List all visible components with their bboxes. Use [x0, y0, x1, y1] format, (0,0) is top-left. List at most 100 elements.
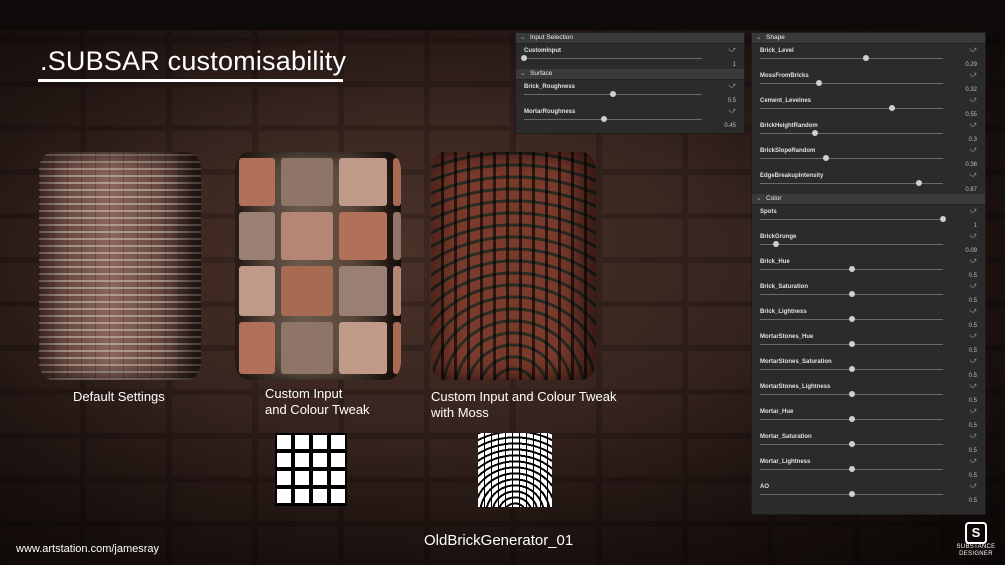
param-value[interactable]: 0.36 [965, 162, 977, 168]
reset-icon[interactable]: ⤻ [970, 432, 977, 440]
param-slider[interactable] [760, 58, 943, 59]
param-value[interactable]: 1 [733, 62, 736, 68]
reset-icon[interactable]: ⤻ [970, 282, 977, 290]
slider-handle[interactable] [610, 91, 616, 97]
param-value[interactable]: 0.5 [969, 398, 977, 404]
param-mortarstones-lightness: MortarStones_Lightness ⤻ 0.5 [752, 380, 985, 405]
grid-tile [331, 471, 345, 485]
param-value[interactable]: 0.5 [969, 298, 977, 304]
reset-icon[interactable]: ⤻ [970, 71, 977, 79]
reset-icon[interactable]: ⤻ [970, 146, 977, 154]
chevron-down-icon[interactable]: ⌄ [520, 33, 530, 43]
slider-handle[interactable] [773, 241, 780, 247]
slider-handle[interactable] [848, 341, 855, 347]
reset-icon[interactable]: ⤻ [970, 307, 977, 315]
param-label: Cement_Levelnes [760, 98, 812, 104]
section-header-input-selection[interactable]: ⌄ Input Selection [516, 33, 744, 44]
section-title: Input Selection [530, 34, 574, 41]
param-value[interactable]: 0.29 [965, 62, 977, 68]
reset-icon[interactable]: ⤻ [970, 332, 977, 340]
param-mortar-hue: Mortar_Hue ⤻ 0.5 [752, 405, 985, 430]
param-value[interactable]: 0.5 [969, 423, 977, 429]
slider-handle[interactable] [848, 391, 855, 397]
reset-icon[interactable]: ⤻ [970, 96, 977, 104]
param-label: MortarStones_Saturation [760, 359, 832, 365]
reset-icon[interactable]: ⤻ [970, 257, 977, 265]
chevron-down-icon[interactable]: ⌄ [756, 194, 766, 204]
reset-icon[interactable]: ⤻ [970, 357, 977, 365]
param-slider[interactable] [760, 158, 943, 159]
section-title: Surface [530, 70, 553, 77]
caption-moss-line1: Custom Input and Colour Tweak [431, 389, 617, 404]
slider-handle[interactable] [815, 80, 822, 86]
reset-icon[interactable]: ⤻ [970, 207, 977, 215]
brick-tile [339, 322, 387, 374]
param-value[interactable]: 0.5 [969, 473, 977, 479]
param-value[interactable]: 0.5 [969, 373, 977, 379]
slider-handle[interactable] [888, 105, 895, 111]
reset-icon[interactable]: ⤻ [970, 121, 977, 129]
param-slider[interactable] [524, 119, 702, 120]
param-value[interactable]: 0.5 [969, 323, 977, 329]
param-slider[interactable] [760, 219, 943, 220]
param-value[interactable]: 0.5 [969, 448, 977, 454]
param-value[interactable]: 0.5 [728, 98, 736, 104]
param-value[interactable]: 0.5 [969, 498, 977, 504]
param-value[interactable]: 0.32 [965, 87, 977, 93]
reset-icon[interactable]: ⤻ [970, 382, 977, 390]
slider-handle[interactable] [916, 180, 923, 186]
param-label: MortarRoughness [524, 109, 576, 115]
param-value[interactable]: 0.3 [969, 137, 977, 143]
param-slider[interactable] [760, 244, 943, 245]
reset-icon[interactable]: ⤻ [970, 171, 977, 179]
param-slider[interactable] [760, 133, 943, 134]
slider-handle[interactable] [848, 466, 855, 472]
reset-icon[interactable]: ⤻ [970, 46, 977, 54]
param-brick-roughness: Brick_Roughness ⤻ 0.5 [516, 80, 744, 105]
param-value[interactable]: 0.5 [969, 273, 977, 279]
param-value[interactable]: 0.45 [724, 123, 736, 129]
reset-icon[interactable]: ⤻ [729, 46, 736, 54]
slider-handle[interactable] [848, 291, 855, 297]
slider-handle[interactable] [940, 216, 946, 222]
param-value[interactable]: 1 [974, 223, 977, 229]
slider-handle[interactable] [848, 366, 855, 372]
slider-handle[interactable] [521, 55, 527, 61]
param-value[interactable]: 0.55 [965, 112, 977, 118]
param-value[interactable]: 0.5 [969, 348, 977, 354]
section-header-surface[interactable]: ⌄ Surface [516, 69, 744, 80]
slider-handle[interactable] [848, 416, 855, 422]
param-value[interactable]: 0.09 [965, 248, 977, 254]
reset-icon[interactable]: ⤻ [970, 482, 977, 490]
param-label: Spots [760, 209, 777, 215]
param-slider[interactable] [760, 83, 943, 84]
material-preview-custom [235, 152, 401, 380]
param-brickheightrandom: BrickHeightRandom ⤻ 0.3 [752, 119, 985, 144]
reset-icon[interactable]: ⤻ [729, 107, 736, 115]
param-label: Mortar_Lightness [760, 459, 811, 465]
section-header-color[interactable]: ⌄ Color [752, 194, 985, 205]
caption-moss-line2: with Moss [431, 405, 489, 420]
chevron-down-icon[interactable]: ⌄ [520, 69, 530, 79]
slider-handle[interactable] [811, 130, 818, 136]
param-brick-hue: Brick_Hue ⤻ 0.5 [752, 255, 985, 280]
slider-handle[interactable] [601, 116, 608, 122]
slider-handle[interactable] [822, 155, 829, 161]
param-label: Brick_Level [760, 48, 794, 54]
param-value[interactable]: 0.87 [965, 187, 977, 193]
section-header-shape[interactable]: ⌄ Shape [752, 33, 985, 44]
reset-icon[interactable]: ⤻ [970, 457, 977, 465]
slider-handle[interactable] [848, 266, 855, 272]
param-slider[interactable] [760, 108, 943, 109]
param-label: MossFromBricks [760, 73, 809, 79]
slider-handle[interactable] [848, 441, 855, 447]
chevron-down-icon[interactable]: ⌄ [756, 33, 766, 43]
slider-handle[interactable] [848, 316, 855, 322]
reset-icon[interactable]: ⤻ [970, 407, 977, 415]
slider-handle[interactable] [848, 491, 855, 497]
reset-icon[interactable]: ⤻ [970, 232, 977, 240]
param-slider[interactable] [524, 58, 702, 59]
reset-icon[interactable]: ⤻ [729, 82, 736, 90]
slider-handle[interactable] [863, 55, 870, 61]
param-label: Brick_Lightness [760, 309, 807, 315]
